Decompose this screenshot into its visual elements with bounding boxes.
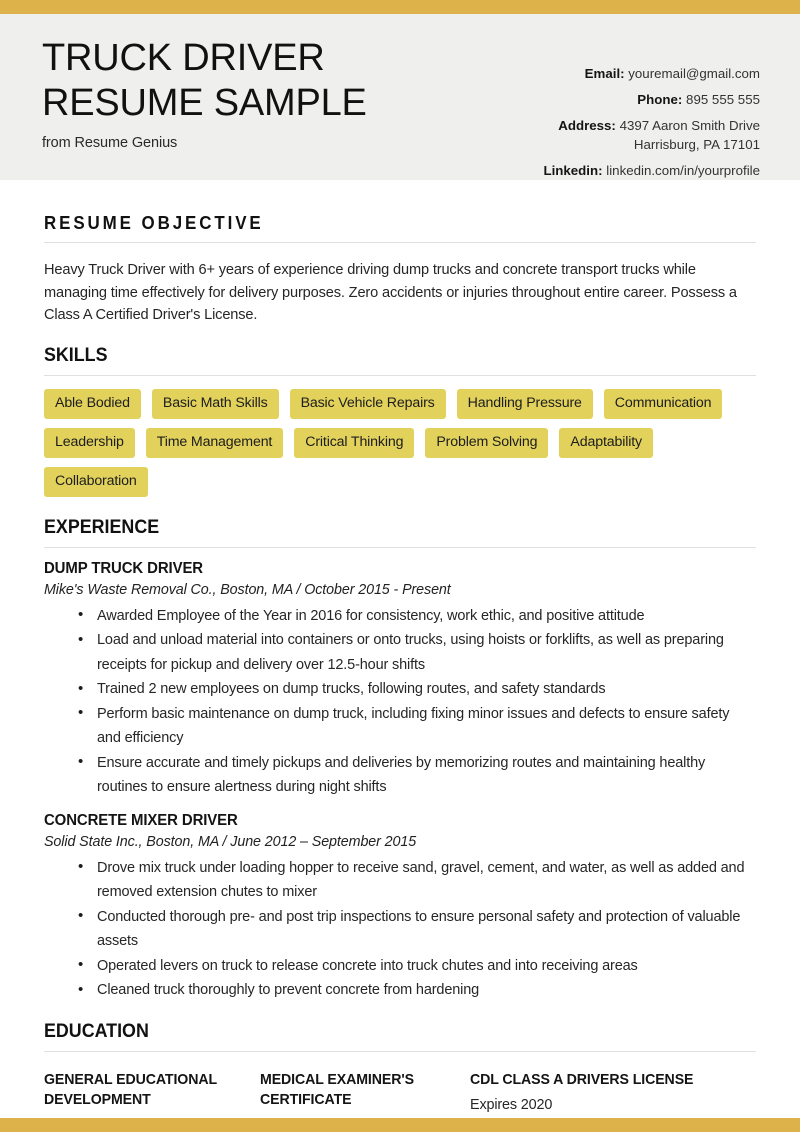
skill-pill: Leadership xyxy=(44,427,135,458)
skill-pill: Basic Vehicle Repairs xyxy=(289,388,446,419)
contact-phone: Phone: 895 555 555 xyxy=(543,90,760,109)
header-left: TRUCK DRIVER RESUME SAMPLE from Resume G… xyxy=(42,30,482,180)
section-divider-skills xyxy=(44,374,756,376)
job-bullet: Operated levers on truck to release conc… xyxy=(78,953,756,979)
education-name: MEDICAL EXAMINER'S CERTIFICATE xyxy=(260,1071,414,1108)
education-name: GENERAL EDUCATIONAL DEVELOPMENT xyxy=(44,1071,217,1108)
job-bullet: Ensure accurate and timely pickups and d… xyxy=(78,750,756,800)
section-heading-objective: RESUME OBJECTIVE xyxy=(44,213,264,233)
top-accent-bar xyxy=(0,0,800,14)
resume-body: RESUME OBJECTIVE Heavy Truck Driver with… xyxy=(0,180,800,1132)
job-bullets: Drove mix truck under loading hopper to … xyxy=(44,855,756,1003)
contact-linkedin-value[interactable]: linkedin.com/in/yourprofile xyxy=(606,163,760,178)
job-bullet: Cleaned truck thoroughly to prevent conc… xyxy=(78,978,756,1003)
skill-pill: Basic Math Skills xyxy=(151,388,279,419)
contact-address-value: 4397 Aaron Smith Drive xyxy=(619,118,760,133)
skill-pill: Communication xyxy=(603,388,723,419)
experience-entry: CONCRETE MIXER DRIVER Solid State Inc., … xyxy=(44,812,756,1003)
job-bullet: Drove mix truck under loading hopper to … xyxy=(78,855,756,905)
section-heading-experience: EXPERIENCE xyxy=(44,516,160,538)
section-heading-education: EDUCATION xyxy=(44,1020,149,1042)
section-heading-skills: SKILLS xyxy=(44,344,108,366)
education-name: CDL CLASS A DRIVERS LICENSE xyxy=(470,1071,694,1088)
skill-pill: Handling Pressure xyxy=(456,388,593,419)
contact-email-label: Email: xyxy=(584,66,625,81)
job-bullet: Conducted thorough pre- and post trip in… xyxy=(78,904,756,954)
section-divider-education xyxy=(44,1050,756,1052)
job-meta: Solid State Inc., Boston, MA / June 2012… xyxy=(44,833,417,850)
job-bullet: Awarded Employee of the Year in 2016 for… xyxy=(78,603,756,629)
objective-text: Heavy Truck Driver with 6+ years of expe… xyxy=(44,262,737,323)
skill-pill: Able Bodied xyxy=(44,388,141,419)
contact-email: Email: youremail@gmail.com xyxy=(543,64,760,83)
contact-email-value[interactable]: youremail@gmail.com xyxy=(628,66,760,81)
contact-linkedin: Linkedin: linkedin.com/in/yourprofile xyxy=(543,161,760,180)
section-divider-experience xyxy=(44,546,756,548)
experience-entry: DUMP TRUCK DRIVER Mike's Waste Removal C… xyxy=(44,560,756,800)
section-education: EDUCATION GENERAL EDUCATIONAL DEVELOPMEN… xyxy=(44,1021,756,1132)
section-skills: SKILLS Able Bodied Basic Math Skills Bas… xyxy=(44,345,756,497)
job-meta: Mike's Waste Removal Co., Boston, MA / O… xyxy=(44,581,451,598)
education-detail-1: Expires 2020 xyxy=(470,1096,553,1113)
section-experience: EXPERIENCE DUMP TRUCK DRIVER Mike's Wast… xyxy=(44,517,756,1003)
contact-address-value-line2: Harrisburg, PA 17101 xyxy=(633,137,760,152)
resume-header: TRUCK DRIVER RESUME SAMPLE from Resume G… xyxy=(0,14,800,180)
contact-address: Address: 4397 Aaron Smith Drive Harrisbu… xyxy=(543,116,760,154)
bottom-accent-bar xyxy=(0,1118,800,1132)
contact-info: Email: youremail@gmail.com Phone: 895 55… xyxy=(543,30,760,180)
contact-address-label: Address: xyxy=(558,118,616,133)
page-subtitle: from Resume Genius xyxy=(42,135,178,151)
skills-list: Able Bodied Basic Math Skills Basic Vehi… xyxy=(44,388,756,497)
job-bullets: Awarded Employee of the Year in 2016 for… xyxy=(44,603,756,800)
skill-pill: Critical Thinking xyxy=(294,427,415,458)
contact-phone-value: 895 555 555 xyxy=(686,92,760,107)
job-title: DUMP TRUCK DRIVER xyxy=(44,559,203,577)
contact-phone-label: Phone: xyxy=(637,92,683,107)
section-resume-objective: RESUME OBJECTIVE Heavy Truck Driver with… xyxy=(44,213,756,327)
resume-page: TRUCK DRIVER RESUME SAMPLE from Resume G… xyxy=(0,0,800,1132)
skill-pill: Problem Solving xyxy=(425,427,549,458)
job-bullet: Trained 2 new employees on dump trucks, … xyxy=(78,677,756,702)
job-bullet: Load and unload material into containers… xyxy=(78,628,756,677)
section-divider-objective xyxy=(44,242,756,243)
skill-pill: Time Management xyxy=(145,427,284,458)
job-title: CONCRETE MIXER DRIVER xyxy=(44,811,238,829)
page-title: TRUCK DRIVER RESUME SAMPLE xyxy=(42,37,367,124)
skill-pill: Collaboration xyxy=(44,466,148,497)
skill-pill: Adaptability xyxy=(559,427,653,458)
contact-linkedin-label: Linkedin: xyxy=(543,163,603,178)
job-bullet: Perform basic maintenance on dump truck,… xyxy=(78,701,756,751)
